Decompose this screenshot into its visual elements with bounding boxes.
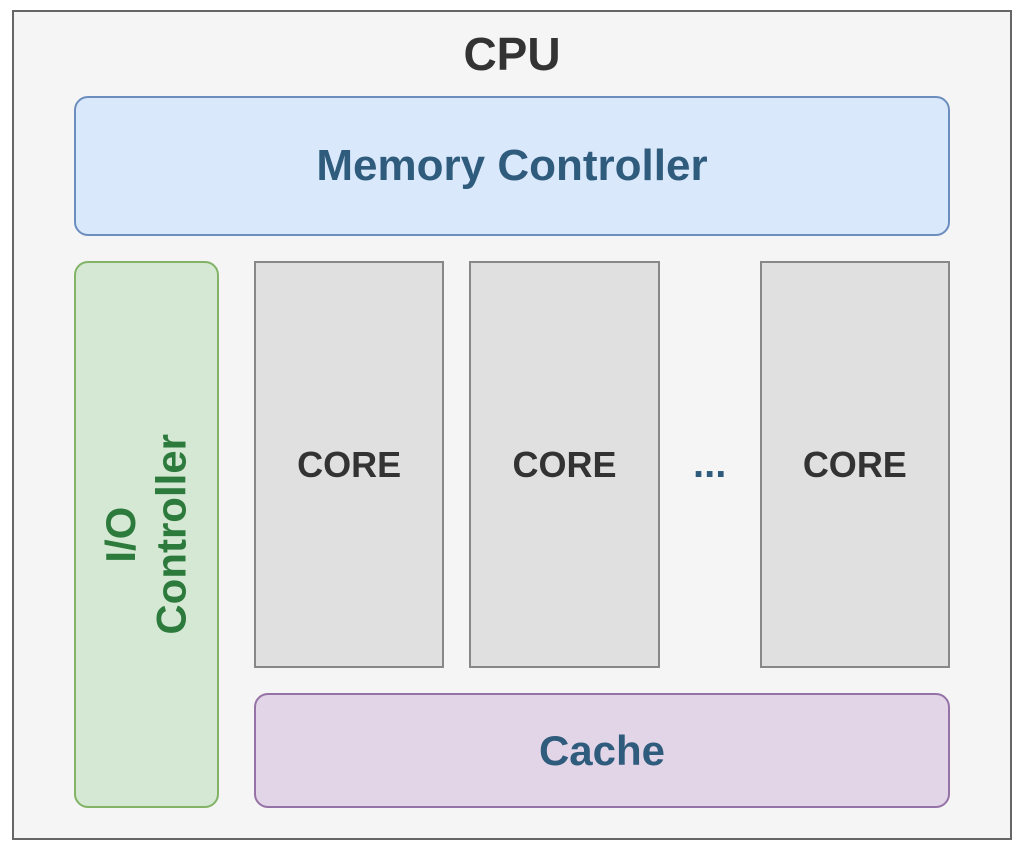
right-section: CORE CORE ... CORE Cache	[254, 261, 950, 808]
core-label-1: CORE	[297, 444, 401, 486]
lower-section: I/O Controller CORE CORE ... CORE Cache	[44, 261, 980, 808]
core-label-3: CORE	[803, 444, 907, 486]
cpu-title: CPU	[44, 27, 980, 81]
core-label-2: CORE	[512, 444, 616, 486]
core-block-1: CORE	[254, 261, 444, 668]
cache-label: Cache	[539, 727, 665, 775]
cpu-container: CPU Memory Controller I/O Controller COR…	[12, 10, 1012, 840]
io-controller-block: I/O Controller	[74, 261, 219, 808]
cores-row: CORE CORE ... CORE	[254, 261, 950, 668]
io-controller-label: I/O Controller	[96, 434, 197, 635]
core-block-3: CORE	[760, 261, 950, 668]
cores-ellipsis: ...	[685, 261, 735, 668]
memory-controller-block: Memory Controller	[74, 96, 950, 236]
cache-block: Cache	[254, 693, 950, 808]
core-block-2: CORE	[469, 261, 659, 668]
memory-controller-label: Memory Controller	[316, 141, 707, 191]
